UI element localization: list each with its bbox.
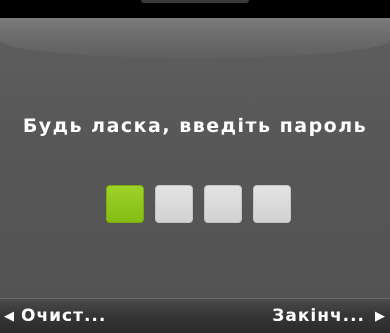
status-strip [0, 0, 390, 18]
softkey-bar: ◀ Очист... Закінч... ▶ [0, 298, 390, 333]
pin-slot-3 [204, 185, 242, 223]
clear-softkey[interactable]: ◀ Очист... [4, 303, 106, 329]
pin-slot-1 [106, 185, 144, 223]
clear-softkey-label: Очист... [21, 306, 107, 326]
panel-header [0, 18, 390, 58]
pin-slot-4 [253, 185, 291, 223]
finish-softkey-label: Закінч... [272, 306, 365, 326]
triangle-left-icon: ◀ [4, 308, 15, 324]
password-entry-screen: Будь ласка, введіть пароль ◀ Очист... За… [0, 0, 390, 333]
password-panel: Будь ласка, введіть пароль [0, 18, 390, 298]
pin-input[interactable] [106, 185, 291, 223]
triangle-right-icon: ▶ [375, 308, 386, 324]
password-prompt: Будь ласка, введіть пароль [22, 115, 368, 137]
pin-slot-2 [155, 185, 193, 223]
status-notch [141, 0, 249, 3]
finish-softkey[interactable]: Закінч... ▶ [272, 303, 386, 329]
